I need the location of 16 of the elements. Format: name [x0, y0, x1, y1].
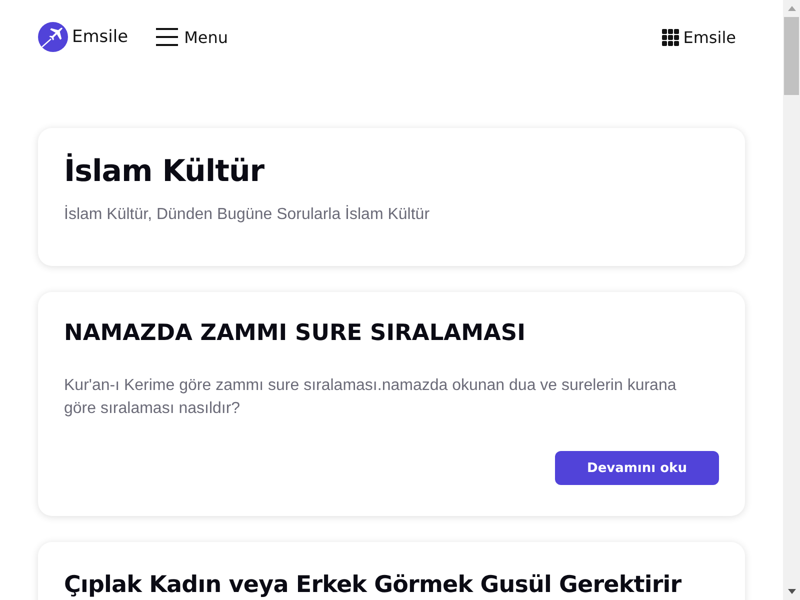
- post-title[interactable]: NAMAZDA ZAMMI SURE SIRALAMASI: [64, 318, 719, 348]
- post-title[interactable]: Çıplak Kadın veya Erkek Görmek Gusül Gerektirir: [64, 568, 719, 600]
- grid-icon: [662, 28, 680, 46]
- airplane-logo-icon[interactable]: [38, 22, 68, 52]
- scrollbar[interactable]: [783, 0, 800, 600]
- read-more-button[interactable]: Devamını oku: [555, 451, 719, 485]
- scrollbar-thumb[interactable]: [784, 17, 799, 95]
- page-title: İslam Kültür: [64, 152, 266, 191]
- menu-icon: [156, 28, 178, 46]
- scroll-up-icon[interactable]: [788, 6, 796, 11]
- post-excerpt: Kur'an-ı Kerime göre zammı sure sıralaması.namazda okunan dua ve surelerin kurana göre sıralaması nasıldır?: [64, 376, 678, 419]
- apps-link[interactable]: Emsile: [662, 28, 736, 46]
- menu-button[interactable]: Menu: [156, 28, 228, 46]
- logo-text[interactable]: Emsile: [72, 27, 128, 47]
- page-subtitle: İslam Kültür, Dünden Bugüne Sorularla İslam Kültür: [64, 204, 431, 225]
- scroll-down-icon[interactable]: [788, 589, 796, 594]
